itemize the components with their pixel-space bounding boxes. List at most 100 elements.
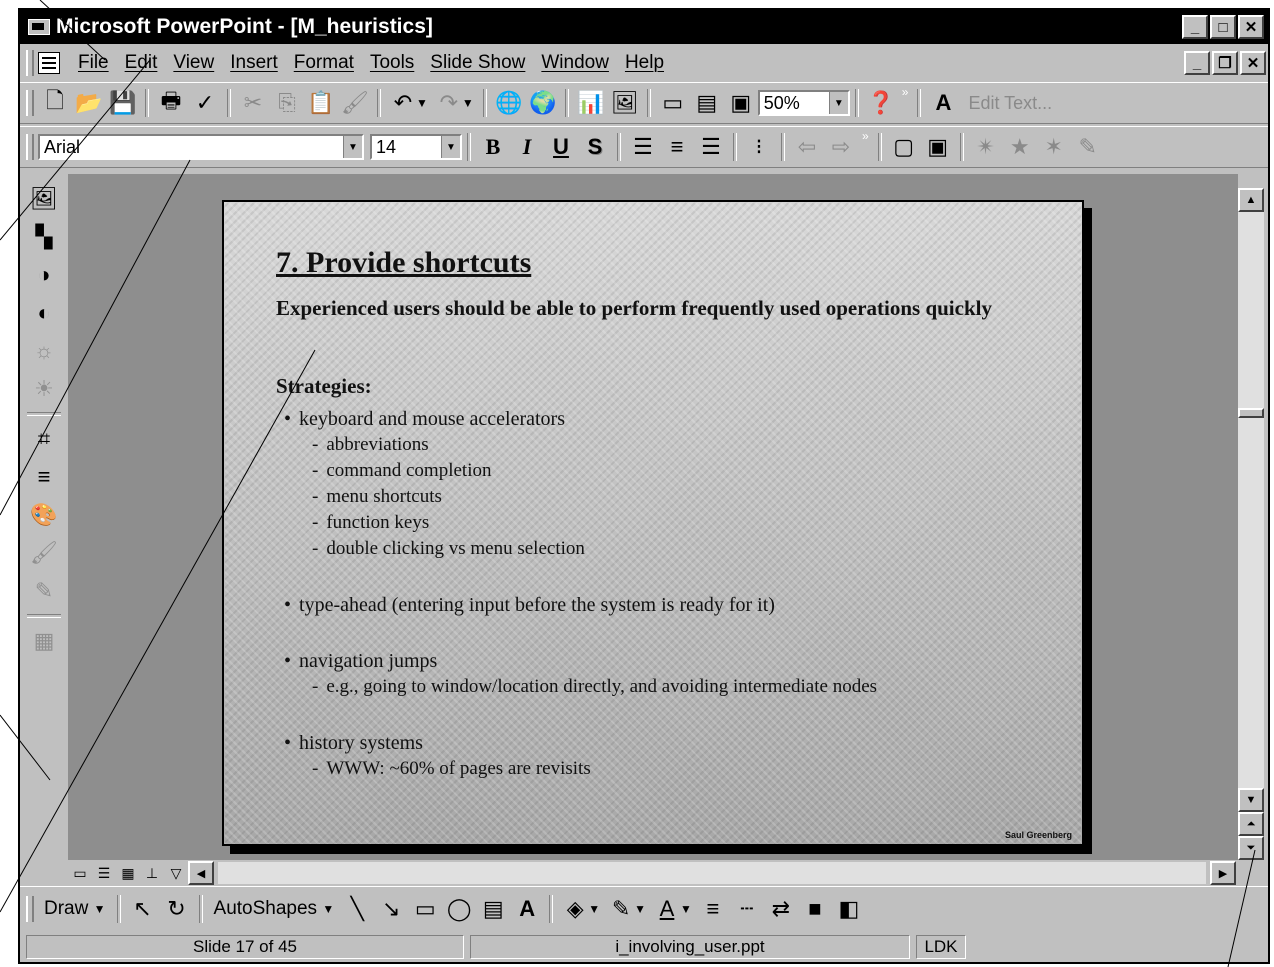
line-style-icon[interactable]: ≡ [696, 893, 730, 925]
slide-show-view-icon[interactable]: ▽ [164, 862, 188, 884]
demote-icon[interactable]: ⇨ [824, 131, 858, 163]
menu-window[interactable]: Window [533, 52, 617, 74]
next-slide-icon[interactable]: ⏷ [1238, 836, 1264, 860]
common-tasks-icon[interactable]: ▢ [887, 131, 921, 163]
line-style-icon[interactable]: ≡ [25, 458, 63, 496]
slide-subtitle[interactable]: Experienced users should be able to perf… [276, 296, 1036, 321]
font-combo[interactable]: Arial ▼ [38, 134, 364, 160]
italic-button[interactable]: I [510, 131, 544, 163]
cut-icon[interactable]: ✂ [236, 87, 270, 119]
grayscale-icon[interactable]: ▣ [724, 87, 758, 119]
recolor-picture-icon[interactable]: 🎨 [25, 496, 63, 534]
slide-layout-icon[interactable]: ▤ [690, 87, 724, 119]
arrow-style-icon[interactable]: ⇄ [764, 893, 798, 925]
paste-icon[interactable]: 📋 [304, 87, 338, 119]
save-icon[interactable]: 💾 [106, 87, 140, 119]
text-box-icon[interactable]: ▤ [476, 893, 510, 925]
web-toolbar-icon[interactable]: 🌍 [526, 87, 560, 119]
format-picture-icon[interactable]: 🖌 [25, 534, 63, 572]
scroll-right-icon[interactable]: ▶ [1210, 861, 1236, 885]
scroll-up-icon[interactable]: ▲ [1238, 188, 1264, 212]
custom-animation-icon[interactable]: ★ [1003, 131, 1037, 163]
open-icon[interactable]: 📂 [72, 87, 106, 119]
free-rotate-icon[interactable]: ↻ [160, 893, 194, 925]
strategies-heading[interactable]: Strategies: [276, 374, 372, 399]
shadow-button[interactable]: S [578, 131, 612, 163]
office-assistant-icon[interactable]: ❓ [864, 87, 898, 119]
dash-style-icon[interactable]: ┄ [730, 893, 764, 925]
doc-restore-button[interactable]: ❐ [1212, 51, 1238, 75]
set-transparent-color-icon[interactable]: ✎ [25, 572, 63, 610]
menu-file[interactable]: File [70, 52, 117, 74]
image-control-icon[interactable]: ▚ [25, 218, 63, 256]
font-size-dropdown-icon[interactable]: ▼ [441, 136, 460, 158]
menu-help[interactable]: Help [617, 52, 672, 74]
line-icon[interactable]: ╲ [340, 893, 374, 925]
promote-icon[interactable]: ⇦ [790, 131, 824, 163]
more-contrast-icon[interactable]: ◑ [25, 256, 63, 294]
close-button[interactable]: ✕ [1238, 15, 1264, 39]
scroll-thumb[interactable] [1238, 408, 1264, 418]
font-size-combo[interactable]: 14 ▼ [370, 134, 462, 160]
text-effects-icon[interactable]: ✎ [1071, 131, 1105, 163]
align-left-icon[interactable]: ☰ [626, 131, 660, 163]
doc-close-button[interactable]: ✕ [1240, 51, 1266, 75]
align-right-icon[interactable]: ☰ [694, 131, 728, 163]
font-color-icon[interactable]: A [650, 893, 684, 925]
align-center-icon[interactable]: ≡ [660, 131, 694, 163]
vertical-scrollbar[interactable]: ▲ ▼ ⏶ ⏷ [1238, 188, 1264, 860]
fill-color-dropdown-icon[interactable]: ▼ [588, 902, 600, 916]
toolbar-grip[interactable] [26, 90, 34, 116]
crop-icon[interactable]: ⌗ [25, 420, 63, 458]
font-color-dropdown-icon[interactable]: ▼ [680, 902, 692, 916]
3d-icon[interactable]: ◧ [832, 893, 866, 925]
menu-insert[interactable]: Insert [222, 52, 286, 74]
rectangle-icon[interactable]: ▭ [408, 893, 442, 925]
insert-picture-icon[interactable]: 🖼 [25, 180, 63, 218]
scroll-down-icon[interactable]: ▼ [1238, 788, 1264, 812]
more-buttons-icon[interactable]: » [902, 85, 909, 99]
more-brightness-icon[interactable]: ☼ [25, 332, 63, 370]
oval-icon[interactable]: ◯ [442, 893, 476, 925]
slide-title[interactable]: 7. Provide shortcuts [276, 246, 531, 280]
spelling-icon[interactable]: ✓ [188, 87, 222, 119]
toolbar-grip[interactable] [26, 134, 34, 160]
menubar-grip[interactable] [26, 50, 34, 76]
document-icon[interactable] [38, 52, 60, 74]
copy-icon[interactable]: ⎘ [270, 87, 304, 119]
more-buttons-icon[interactable]: » [862, 129, 869, 143]
redo-icon[interactable]: ↷ [432, 87, 466, 119]
scroll-left-icon[interactable]: ◀ [188, 861, 214, 885]
print-icon[interactable]: 🖶 [154, 87, 188, 119]
slide-bullet-list[interactable]: keyboard and mouse accelerators abbrevia… [284, 406, 1064, 812]
slide-design-icon[interactable]: ▣ [921, 131, 955, 163]
slide-sorter-view-icon[interactable]: ▦ [116, 862, 140, 884]
format-painter-icon[interactable]: 🖌 [338, 87, 372, 119]
line-color-icon[interactable]: ✎ [604, 893, 638, 925]
wordart-icon[interactable]: A [926, 87, 960, 119]
minimize-button[interactable]: _ [1182, 15, 1208, 39]
animation-effects-icon[interactable]: ✴ [969, 131, 1003, 163]
undo-icon[interactable]: ↶ [386, 87, 420, 119]
doc-minimize-button[interactable]: _ [1184, 51, 1210, 75]
insert-chart-icon[interactable]: 📊 [574, 87, 608, 119]
slide-transition-icon[interactable]: ✶ [1037, 131, 1071, 163]
underline-button[interactable]: U [544, 131, 578, 163]
powerpoint-app-icon[interactable] [28, 19, 50, 35]
previous-slide-icon[interactable]: ⏶ [1238, 812, 1264, 836]
shadow-icon[interactable]: ■ [798, 893, 832, 925]
menu-tools[interactable]: Tools [362, 52, 422, 74]
menu-edit[interactable]: Edit [117, 52, 166, 74]
zoom-dropdown-icon[interactable]: ▼ [828, 92, 848, 114]
outline-view-icon[interactable]: ☰ [92, 862, 116, 884]
spelling-status-icon[interactable]: LDK [916, 935, 966, 959]
menu-format[interactable]: Format [286, 52, 362, 74]
line-color-dropdown-icon[interactable]: ▼ [634, 902, 646, 916]
arrow-icon[interactable]: ↘ [374, 893, 408, 925]
reset-picture-icon[interactable]: ▦ [25, 622, 63, 660]
less-contrast-icon[interactable]: ◐ [25, 294, 63, 332]
bullets-icon[interactable]: ⁝ [742, 131, 776, 163]
menu-view[interactable]: View [165, 52, 222, 74]
notes-view-icon[interactable]: ⊥ [140, 862, 164, 884]
new-icon[interactable]: 🗋 [38, 87, 72, 119]
